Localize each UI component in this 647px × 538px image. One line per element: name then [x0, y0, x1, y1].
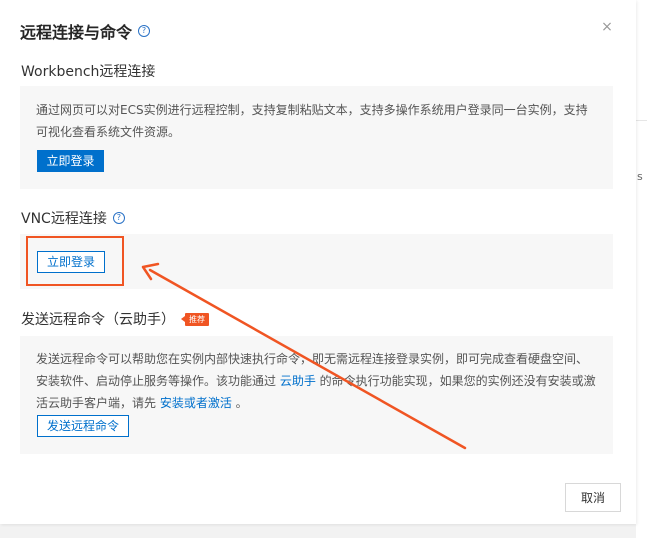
cloud-assistant-panel: 发送远程命令可以帮助您在实例内部快速执行命令，即无需远程连接登录实例，即可完成查…: [20, 336, 613, 454]
cloud-assistant-heading: 发送远程命令（云助手） 推荐: [21, 309, 209, 329]
cloud-assistant-heading-text: 发送远程命令（云助手）: [21, 312, 175, 328]
background-page: [636, 0, 647, 538]
vnc-heading: VNC远程连接 ?: [21, 208, 125, 228]
recommended-badge: 推荐: [181, 312, 209, 326]
cloud-assistant-desc-part3: 。: [231, 396, 248, 410]
background-divider: [636, 120, 647, 121]
background-partial-text: s: [637, 170, 643, 183]
cloud-assistant-description: 发送远程命令可以帮助您在实例内部快速执行命令，即无需远程连接登录实例，即可完成查…: [36, 348, 597, 414]
dialog-title: 远程连接与命令: [20, 23, 133, 42]
cancel-button[interactable]: 取消: [565, 483, 621, 512]
workbench-description: 通过网页可以对ECS实例进行远程控制，支持复制粘贴文本，支持多操作系统用户登录同…: [36, 103, 588, 139]
close-icon[interactable]: ×: [600, 20, 614, 34]
vnc-heading-text: VNC远程连接: [21, 211, 107, 227]
help-icon[interactable]: ?: [138, 25, 151, 37]
annotation-highlight-box: [26, 236, 124, 286]
workbench-login-button[interactable]: 立即登录: [37, 150, 104, 172]
workbench-heading-text: Workbench远程连接: [21, 64, 156, 80]
workbench-panel: 通过网页可以对ECS实例进行远程控制，支持复制粘贴文本，支持多操作系统用户登录同…: [20, 86, 613, 189]
dialog-header: 远程连接与命令 ?: [20, 19, 151, 43]
install-activate-link[interactable]: 安装或者激活: [160, 396, 232, 410]
cloud-assistant-link[interactable]: 云助手: [280, 374, 316, 388]
send-remote-command-button[interactable]: 发送远程命令: [37, 415, 129, 437]
vnc-help-icon[interactable]: ?: [112, 212, 125, 224]
workbench-heading: Workbench远程连接: [21, 61, 155, 81]
